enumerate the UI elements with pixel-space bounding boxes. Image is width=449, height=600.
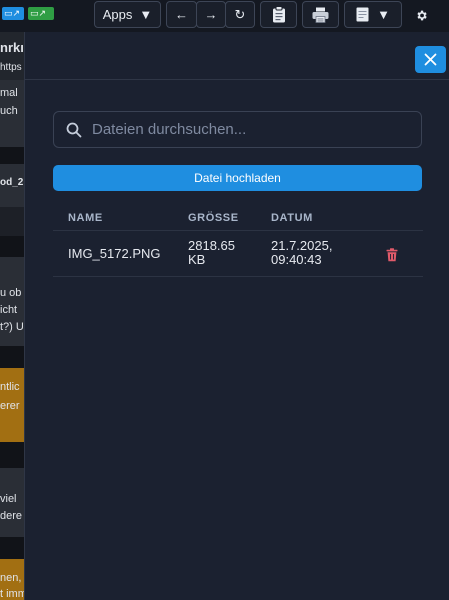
chevron-down-icon: ▼ xyxy=(377,7,390,22)
search-icon xyxy=(66,122,82,138)
background-text: icht xyxy=(0,304,18,316)
background-band xyxy=(0,207,24,236)
extension-chip-blue[interactable]: ▭↗ xyxy=(2,7,24,20)
top-toolbar: ▭↗ ▭↗ Apps ▼ ← → ↻ ▼ xyxy=(0,0,449,32)
background-page: nrkı https mal uch od_2 u ob icht t?) U … xyxy=(0,32,24,600)
upload-button[interactable]: Datei hochladen xyxy=(53,165,422,191)
gear-icon xyxy=(416,10,427,20)
background-text: nrkı xyxy=(0,40,24,55)
background-text: ntlic xyxy=(0,381,20,393)
memo-icon xyxy=(356,7,369,22)
background-text: t imm xyxy=(0,588,24,600)
background-dark-band xyxy=(0,346,24,368)
settings-button[interactable] xyxy=(412,6,430,24)
background-text: https xyxy=(0,62,22,73)
printer-icon xyxy=(312,7,329,23)
reload-icon: ↻ xyxy=(234,6,246,22)
background-text: viel xyxy=(0,493,17,505)
column-header-name: NAME xyxy=(68,212,103,224)
background-text: dere xyxy=(0,510,23,522)
file-manager-panel: Datei hochladen NAME GRÖSSE DATUM IMG_51… xyxy=(24,32,449,600)
arrow-right-icon: → xyxy=(204,7,218,22)
delete-button[interactable] xyxy=(386,248,398,262)
row-divider xyxy=(53,276,423,277)
background-text: uch xyxy=(0,105,18,117)
background-dark-band xyxy=(0,537,24,559)
extension-chip-green[interactable]: ▭↗ xyxy=(28,7,54,20)
clipboard-icon xyxy=(272,6,285,23)
header-divider xyxy=(53,230,423,231)
background-dark-band xyxy=(0,442,24,468)
edit-menu-button[interactable]: ▼ xyxy=(344,1,402,28)
background-text: mal xyxy=(0,87,18,99)
panel-header xyxy=(25,32,449,80)
column-header-size: GRÖSSE xyxy=(188,212,239,224)
background-text: nen, e xyxy=(0,572,24,584)
arrow-left-icon: ← xyxy=(175,7,188,22)
background-text: od_2 xyxy=(0,177,24,188)
file-date: 21.7.2025, 09:40:43 xyxy=(271,238,333,267)
forward-button[interactable]: → xyxy=(196,1,226,28)
back-button[interactable]: ← xyxy=(166,1,197,28)
column-header-date: DATUM xyxy=(271,212,313,224)
background-dark-band xyxy=(0,147,24,164)
upload-button-label: Datei hochladen xyxy=(194,171,281,185)
close-icon xyxy=(424,53,437,66)
reload-button[interactable]: ↻ xyxy=(225,1,255,28)
background-text: t?) U xyxy=(0,321,24,333)
file-size: 2818.65 KB xyxy=(188,238,235,267)
print-button[interactable] xyxy=(302,1,339,28)
background-text: erer xyxy=(0,400,20,412)
search-input[interactable] xyxy=(92,112,412,147)
trash-icon xyxy=(386,248,398,262)
apps-menu-label: Apps xyxy=(102,7,133,22)
chevron-down-icon: ▼ xyxy=(139,7,153,22)
file-name: IMG_5172.PNG xyxy=(68,246,161,261)
apps-menu-button[interactable]: Apps ▼ xyxy=(94,1,161,28)
background-dark-band xyxy=(0,236,24,257)
close-button[interactable] xyxy=(415,46,446,73)
clipboard-button[interactable] xyxy=(260,1,297,28)
background-text: u ob xyxy=(0,287,22,299)
search-box xyxy=(53,111,422,148)
